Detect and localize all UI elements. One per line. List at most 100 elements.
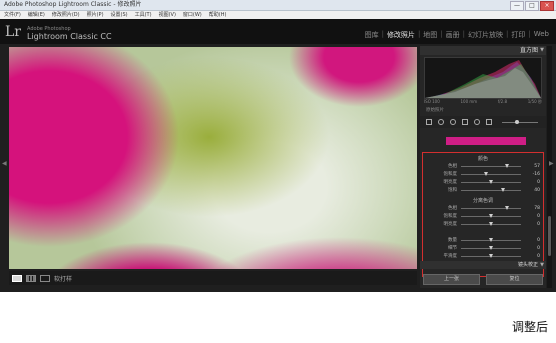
slider-row[interactable]: 细节 0	[423, 245, 543, 252]
reset-button[interactable]: 复位	[486, 274, 543, 285]
menu-edit[interactable]: 编辑(E)	[28, 11, 45, 19]
slider-knob[interactable]	[505, 206, 510, 210]
slider-label: 细节	[448, 246, 457, 251]
slider-label: 明亮度	[443, 222, 458, 227]
slider-value[interactable]: 0	[537, 237, 540, 244]
slider-value[interactable]: 0	[537, 213, 540, 220]
histogram[interactable]	[424, 57, 542, 99]
previous-button[interactable]: 上一张	[423, 274, 480, 285]
app-name-line2: Lightroom Classic CC	[27, 32, 112, 41]
slider-knob[interactable]	[488, 238, 493, 242]
module-map[interactable]: 地图	[420, 30, 440, 40]
slider-row[interactable]: 饱和 40	[423, 187, 543, 194]
slider-row[interactable]: 明亮度 0	[423, 221, 543, 228]
collapse-triangle-icon[interactable]: ▼	[540, 46, 544, 55]
right-panel-toggle-icon[interactable]: ▶	[549, 160, 554, 167]
module-print[interactable]: 打印	[508, 30, 528, 40]
slider-label: 数量	[448, 238, 457, 243]
slider-row[interactable]: 平滑度 0	[423, 253, 543, 260]
graduated-filter-icon[interactable]	[462, 119, 468, 125]
slider-label: 饱和度	[443, 172, 458, 177]
scrollbar-thumb[interactable]	[548, 216, 551, 256]
menu-settings[interactable]: 设置(S)	[111, 11, 128, 19]
tool-slider-knob[interactable]	[515, 120, 519, 124]
menu-window[interactable]: 窗口(W)	[183, 11, 202, 19]
bottom-buttons: 上一张 复位	[420, 274, 546, 286]
slider-row[interactable]: 明亮度 0	[423, 179, 543, 186]
menu-view[interactable]: 视图(V)	[159, 11, 176, 19]
menu-develop[interactable]: 修改照片(D)	[52, 11, 80, 19]
spot-removal-icon[interactable]	[438, 119, 444, 125]
slider-knob[interactable]	[488, 246, 493, 250]
tool-slider[interactable]	[502, 120, 538, 124]
module-library[interactable]: 图库	[362, 30, 382, 40]
lightroom-window: Adobe Photoshop Lightroom Classic - 修改照片…	[0, 0, 556, 292]
module-web[interactable]: Web	[531, 30, 552, 40]
red-eye-icon[interactable]	[450, 119, 456, 125]
slider-value[interactable]: 0	[537, 253, 540, 260]
slider-label: 明亮度	[443, 180, 458, 185]
slider-value[interactable]: 0	[537, 221, 540, 228]
exif-iso: ISO 100	[424, 99, 440, 104]
before-after-button[interactable]	[26, 274, 36, 282]
panel-scrollbar[interactable]	[547, 46, 552, 288]
minimize-button[interactable]: —	[510, 1, 524, 11]
histogram-title: 直方图	[519, 47, 538, 54]
exif-shutter: 1/50 秒	[527, 99, 542, 104]
menu-photo[interactable]: 照片(P)	[87, 11, 104, 19]
slider-knob[interactable]	[483, 172, 488, 176]
menu-tools[interactable]: 工具(T)	[135, 11, 152, 19]
left-panel-toggle-icon[interactable]: ◀	[2, 160, 7, 167]
slider-knob[interactable]	[500, 188, 505, 192]
app-name: Adobe Photoshop Lightroom Classic CC	[27, 25, 112, 41]
slider-knob[interactable]	[488, 180, 493, 184]
caption-after: 调整后	[511, 320, 548, 334]
slider-row[interactable]: 饱和度 -16	[423, 171, 543, 178]
slider-row[interactable]: 饱和度 0	[423, 213, 543, 220]
slider-knob[interactable]	[488, 214, 493, 218]
histogram-header[interactable]: 直方图 ▼	[420, 46, 546, 55]
slider-knob[interactable]	[488, 254, 493, 258]
menu-file[interactable]: 文件(F)	[4, 11, 21, 19]
slider-track[interactable]	[461, 208, 521, 209]
lens-correction-header[interactable]: 镜头校正 ▼	[420, 261, 546, 269]
slider-value[interactable]: 78	[534, 205, 540, 212]
slider-track[interactable]	[461, 174, 521, 175]
close-button[interactable]: ×	[540, 1, 554, 11]
slider-value[interactable]: 0	[537, 245, 540, 252]
loupe-view-button[interactable]	[12, 274, 22, 282]
lens-collapse-triangle-icon[interactable]: ▼	[540, 261, 544, 269]
slider-row[interactable]: 色相 57	[423, 163, 543, 170]
soft-proof-label[interactable]: 软打样	[54, 274, 72, 283]
slider-value[interactable]: 40	[534, 187, 540, 194]
radial-filter-icon[interactable]	[474, 119, 480, 125]
slider-track[interactable]	[461, 166, 521, 167]
menu-help[interactable]: 帮助(H)	[209, 11, 227, 19]
slider-label: 饱和度	[443, 214, 458, 219]
lr-logo: Lr	[5, 24, 21, 40]
tool-strip	[420, 116, 546, 128]
exif-focal: 100 mm	[460, 99, 478, 104]
brush-icon[interactable]	[486, 119, 492, 125]
slider-row[interactable]: 数量 0	[423, 237, 543, 244]
module-book[interactable]: 画册	[443, 30, 463, 40]
module-picker: 图库 | 修改照片 | 地图 | 画册 | 幻灯片放映 | 打印 | Web	[362, 30, 552, 40]
compare-view-button[interactable]	[40, 274, 50, 282]
hsl-highlight-box: 颜色 色相 57 饱和度 -16 明亮度 0 饱和 40 分离色调 色相 78 饱和度 0 明亮度 0 …	[422, 152, 544, 277]
slider-label: 色相	[448, 164, 457, 169]
slider-row[interactable]: 色相 78	[423, 205, 543, 212]
split-toning-title: 分离色调	[472, 198, 493, 204]
maximize-button[interactable]: □	[525, 1, 539, 11]
slider-value[interactable]: 57	[534, 163, 540, 170]
original-photo-checkbox[interactable]: 原始照片	[426, 107, 444, 113]
slider-knob[interactable]	[505, 164, 510, 168]
photo-canvas[interactable]	[9, 47, 417, 269]
crop-icon[interactable]	[426, 119, 432, 125]
slider-value[interactable]: 0	[537, 179, 540, 186]
slider-track[interactable]	[461, 190, 521, 191]
module-develop[interactable]: 修改照片	[384, 30, 418, 40]
slider-value[interactable]: -16	[533, 171, 540, 178]
module-slideshow[interactable]: 幻灯片放映	[465, 30, 506, 40]
slider-knob[interactable]	[488, 222, 493, 226]
exif-aperture: f/2.8	[497, 99, 508, 104]
